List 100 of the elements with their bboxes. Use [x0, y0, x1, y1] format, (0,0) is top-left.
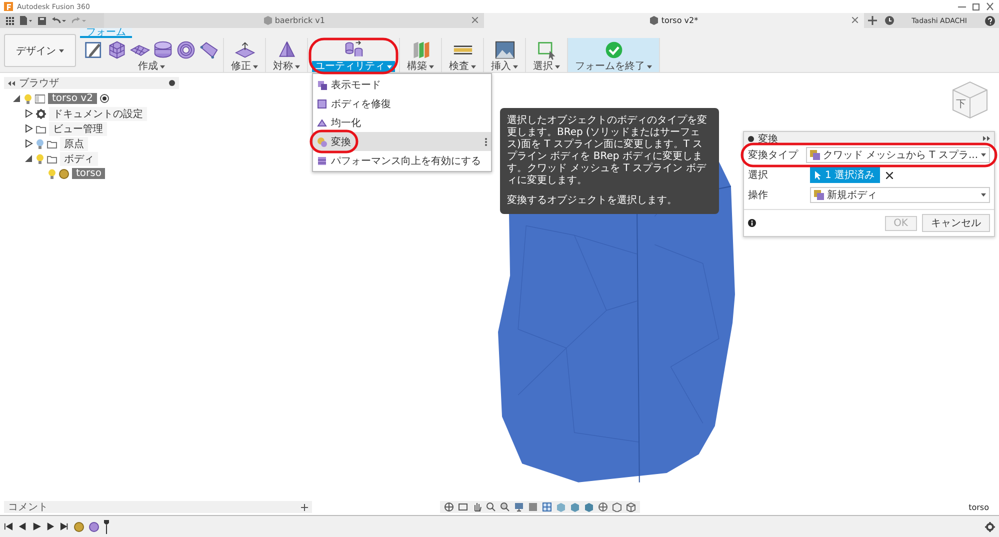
help-icon[interactable] — [985, 16, 995, 26]
orbit-icon[interactable] — [444, 502, 454, 512]
field-label: 操作 — [748, 189, 769, 202]
close-tab-icon[interactable] — [852, 17, 858, 23]
app-grid-icon[interactable] — [6, 16, 14, 24]
planes-icon[interactable] — [410, 40, 430, 60]
info-dot-icon — [748, 136, 754, 142]
skip-start-icon[interactable] — [4, 522, 13, 531]
body-type-icon — [814, 190, 824, 200]
add-tab-icon[interactable] — [868, 16, 877, 25]
field-label: 変換タイプ — [748, 148, 800, 162]
tooltip-text: 変換するオブジェクトを選択します。 — [507, 195, 678, 207]
menu-item[interactable]: ボディを修復 — [313, 94, 491, 113]
component-name: torso — [968, 502, 990, 512]
dialog-button[interactable]: キャンセル — [922, 214, 990, 232]
lightbulb-icon[interactable] — [24, 94, 32, 104]
expand-arrow-icon[interactable] — [24, 109, 33, 118]
close-tab-icon[interactable] — [472, 17, 478, 23]
step-back-icon[interactable] — [18, 522, 27, 531]
collapse-icon[interactable] — [8, 80, 15, 86]
save-icon[interactable] — [38, 16, 46, 24]
pan-icon[interactable] — [472, 502, 482, 512]
grid-icon[interactable] — [542, 502, 552, 512]
lightbulb-icon[interactable] — [36, 154, 44, 164]
tooltip-text: 選択したオブジェクトのボディのタイプを変更します。BRep (ソリッドまたはサーフェス)面を T スプライン面に変更します。T スプライン ボディを BRep ボディに変更します。クワッド メッシュを T スプライン ボディに変更します。 — [507, 115, 708, 187]
tree-item[interactable]: torso v2 — [48, 93, 97, 104]
tree-item[interactable]: torso — [72, 168, 106, 179]
tree-item[interactable]: ボディ — [60, 152, 98, 166]
body-type-icon — [810, 150, 820, 160]
menu-item[interactable]: 変換 — [313, 132, 491, 151]
uniform-icon — [317, 118, 327, 128]
skip-end-icon[interactable] — [60, 522, 69, 531]
body-icon — [59, 168, 69, 178]
convert-icon — [317, 136, 327, 146]
lightbulb-icon[interactable] — [48, 168, 56, 178]
pin-icon[interactable] — [169, 80, 175, 86]
edit-form-icon[interactable] — [234, 40, 254, 60]
cube-icon[interactable] — [570, 502, 580, 512]
collapse-arrow-icon[interactable] — [12, 94, 21, 103]
caret-icon — [471, 64, 476, 68]
ribbon-group-menu[interactable]: 挿入 — [488, 61, 521, 72]
dialog-title: 変換 — [758, 132, 779, 146]
dropdown-field[interactable]: クワッド メッシュから T スプラ... — [806, 147, 990, 163]
image-icon[interactable] — [494, 40, 514, 60]
undo-icon[interactable] — [52, 16, 66, 24]
ribbon-group-menu[interactable]: 修正 — [228, 61, 261, 72]
ribbon-group-menu[interactable]: 対称 — [270, 61, 303, 72]
ribbon-group-menu[interactable]: 構築 — [404, 61, 437, 72]
step-forward-icon[interactable] — [46, 522, 55, 531]
ribbon-group-menu[interactable]: 検査 — [446, 61, 479, 72]
cube-icon — [649, 16, 658, 25]
cursor-icon — [815, 170, 822, 180]
caret-icon — [295, 64, 300, 68]
activate-radio-icon[interactable] — [100, 94, 109, 103]
cube-icon[interactable] — [584, 502, 594, 512]
ribbon-group-menu[interactable]: 選択 — [530, 61, 563, 72]
tree-item[interactable]: ビュー管理 — [49, 122, 107, 136]
performance-icon — [317, 156, 327, 166]
visual-style-icon[interactable] — [528, 502, 538, 512]
menu-item[interactable]: パフォーマンス向上を有効にする — [313, 151, 491, 170]
timeline-marker-icon[interactable] — [104, 520, 109, 534]
restore-icon[interactable] — [971, 2, 981, 11]
zoom-icon[interactable] — [486, 502, 496, 512]
symmetry-icon[interactable] — [276, 40, 296, 60]
caret-icon — [647, 64, 652, 68]
settings-icon[interactable] — [985, 522, 995, 532]
selection-box-icon[interactable] — [536, 40, 556, 60]
expand-panel-icon[interactable] — [983, 136, 990, 141]
file-menu-icon[interactable] — [20, 16, 32, 25]
expand-arrow-icon[interactable] — [24, 124, 33, 133]
panel-title: ブラウザ — [19, 76, 60, 90]
clock-icon[interactable] — [884, 16, 894, 25]
clear-selection-icon[interactable] — [886, 172, 893, 178]
dropdown-field[interactable]: 新規ボディ — [810, 187, 990, 203]
ribbon-group-menu[interactable]: 作成 — [135, 61, 168, 72]
box-icon[interactable] — [107, 40, 127, 60]
menu-item[interactable]: 均一化 — [313, 113, 491, 132]
tree-item[interactable]: ドキュメントの設定 — [49, 106, 147, 120]
zoom-window-icon[interactable] — [500, 502, 510, 512]
checkmark-circle-icon[interactable] — [604, 40, 624, 60]
cylinder-icon[interactable] — [153, 40, 173, 60]
workspace-dropdown[interactable]: デザイン — [4, 34, 76, 67]
torus-icon[interactable] — [176, 40, 196, 60]
close-icon[interactable] — [985, 2, 995, 11]
menu-item[interactable]: 表示モード — [313, 75, 491, 94]
caret-icon — [513, 64, 518, 68]
look-at-icon[interactable] — [458, 502, 468, 512]
gear-icon — [36, 108, 46, 118]
document-tab[interactable]: baerbrick v1 — [104, 13, 484, 28]
display-icon[interactable] — [514, 502, 524, 512]
quadball-icon[interactable] — [199, 40, 219, 60]
info-icon[interactable] — [748, 219, 756, 227]
comments-label: コメント — [8, 501, 49, 514]
tree-item[interactable]: 原点 — [60, 136, 88, 150]
expand-arrow-icon[interactable] — [24, 139, 33, 148]
collapse-arrow-icon[interactable] — [24, 154, 33, 163]
play-icon[interactable] — [32, 522, 41, 531]
add-comment-icon[interactable] — [301, 504, 308, 510]
sketch-edit-icon[interactable] — [84, 40, 104, 60]
document-tab[interactable]: torso v2* — [484, 13, 864, 28]
